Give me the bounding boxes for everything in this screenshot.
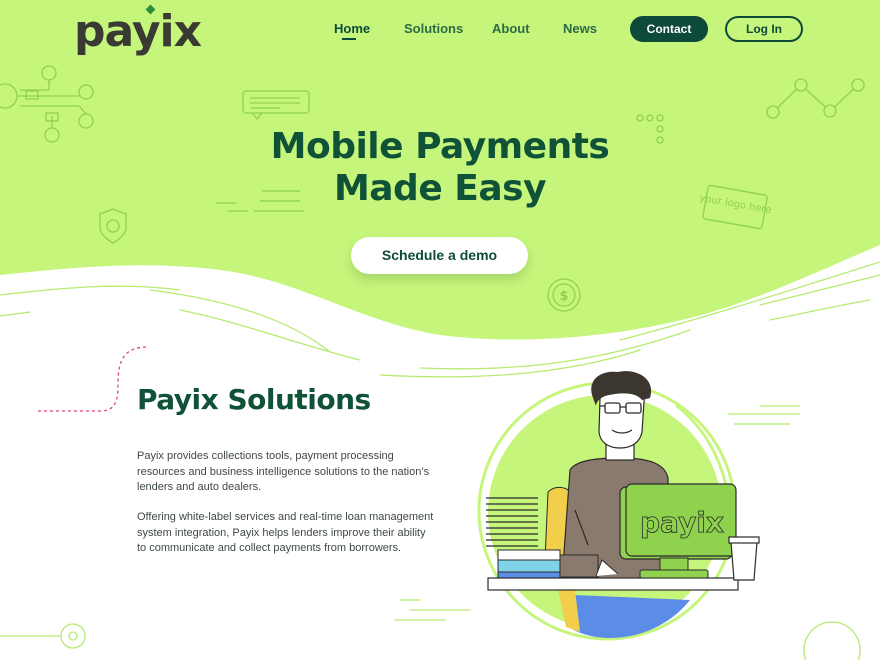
page: $ payix Home Solutions About News Contac… (0, 0, 880, 660)
monitor-logo-text: payix (640, 506, 724, 539)
person-at-computer-illustration: payix (477, 371, 760, 641)
